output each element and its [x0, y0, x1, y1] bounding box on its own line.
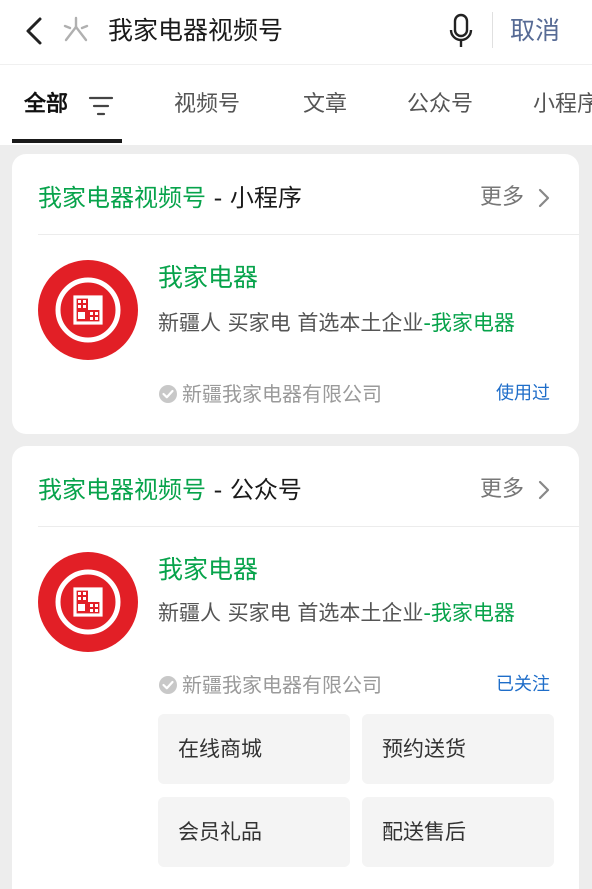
microphone-icon[interactable]: [446, 12, 476, 50]
menu-online-mall[interactable]: 在线商城: [158, 714, 350, 784]
description-keyword: -我家电器: [423, 311, 515, 335]
search-header: 我家电器视频号 取消: [0, 0, 592, 64]
official-account-result-card: 我家电器视频号 - 公众号 更多 我家电器 新疆人 买家电 首选本土企业-我家电…: [12, 446, 579, 889]
brand-logo[interactable]: [38, 552, 138, 652]
filter-icon[interactable]: [88, 95, 114, 117]
back-arrow-icon[interactable]: [20, 14, 50, 48]
chevron-right-icon[interactable]: [536, 187, 552, 209]
section-title-keyword: 我家电器视频号: [38, 476, 206, 504]
company-name: 新疆我家电器有限公司: [182, 382, 382, 406]
result-description: 新疆人 买家电 首选本土企业-我家电器: [158, 597, 558, 629]
divider: [38, 234, 579, 235]
menu-schedule-delivery[interactable]: 预约送货: [362, 714, 554, 784]
tab-channels[interactable]: 视频号: [174, 85, 240, 125]
search-sparkle-icon: [63, 16, 89, 42]
result-name[interactable]: 我家电器: [158, 260, 258, 296]
header-divider: [492, 12, 493, 48]
result-description: 新疆人 买家电 首选本土企业-我家电器: [158, 307, 558, 339]
description-text: 新疆人 买家电 首选本土企业: [158, 601, 424, 625]
used-badge: 使用过: [496, 383, 550, 404]
company-name: 新疆我家电器有限公司: [182, 673, 382, 697]
section-title-type: - 小程序: [206, 184, 302, 212]
cancel-button[interactable]: 取消: [510, 12, 560, 50]
more-link[interactable]: 更多: [480, 472, 524, 508]
menu-member-gifts[interactable]: 会员礼品: [158, 797, 350, 867]
tab-mini-programs[interactable]: 小程序: [533, 85, 592, 125]
tab-articles[interactable]: 文章: [303, 85, 347, 125]
result-name[interactable]: 我家电器: [158, 552, 258, 588]
active-tab-indicator: [12, 139, 122, 143]
followed-badge: 已关注: [496, 674, 550, 695]
mini-program-result-card: 我家电器视频号 - 小程序 更多 我家电器 新疆人 买家电 首选本土企业-我家电…: [12, 154, 579, 434]
more-link[interactable]: 更多: [480, 180, 524, 216]
section-title-keyword: 我家电器视频号: [38, 184, 206, 212]
search-input[interactable]: 我家电器视频号: [108, 12, 283, 50]
chevron-right-icon[interactable]: [536, 479, 552, 501]
divider: [38, 526, 579, 527]
verified-icon: [159, 676, 177, 694]
tab-official-accounts[interactable]: 公众号: [407, 85, 473, 125]
description-keyword: -我家电器: [423, 601, 515, 625]
section-title: 我家电器视频号 - 小程序: [38, 180, 302, 216]
section-title-type: - 公众号: [206, 476, 302, 504]
section-title: 我家电器视频号 - 公众号: [38, 472, 302, 508]
tab-all[interactable]: 全部: [24, 85, 68, 125]
brand-logo[interactable]: [38, 260, 138, 360]
description-text: 新疆人 买家电 首选本土企业: [158, 311, 424, 335]
tab-bar: 全部 视频号 文章 公众号 小程序: [0, 64, 592, 145]
verified-icon: [159, 385, 177, 403]
menu-delivery-service[interactable]: 配送售后: [362, 797, 554, 867]
